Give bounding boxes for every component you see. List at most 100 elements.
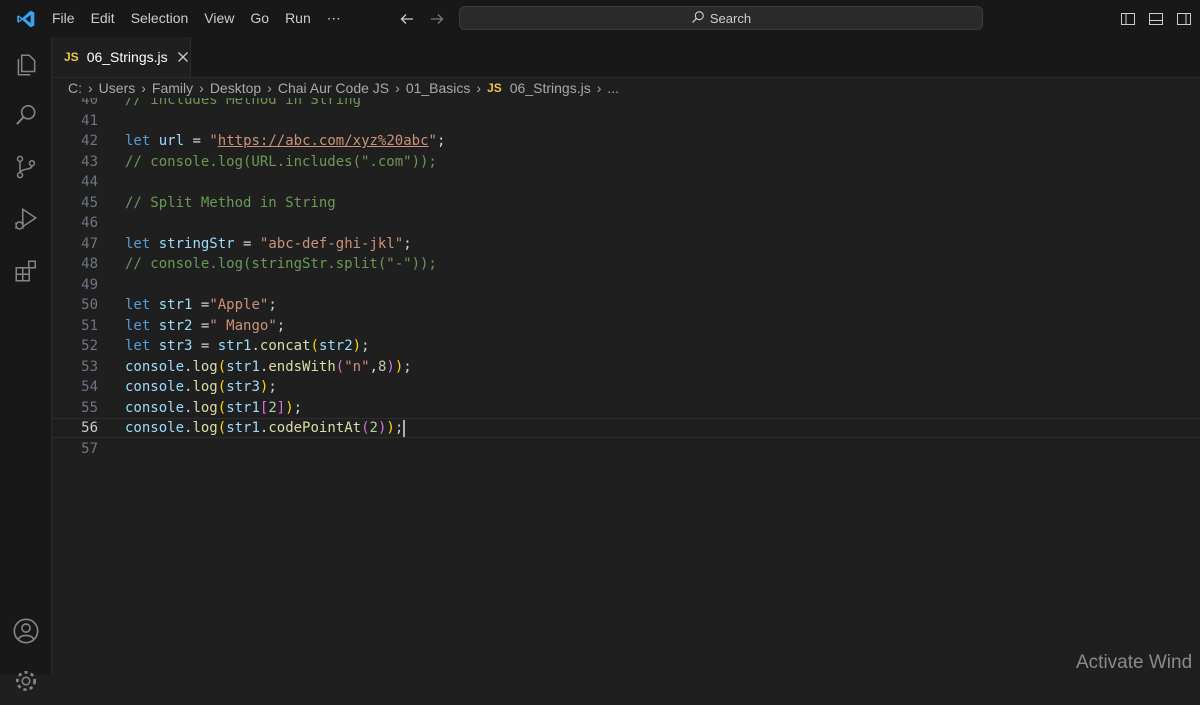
breadcrumb-item[interactable]: Users	[99, 80, 136, 96]
breadcrumb-item[interactable]: Desktop	[210, 80, 261, 96]
activate-windows-watermark: Activate Wind	[1076, 652, 1193, 673]
menu-more[interactable]: ⋯	[319, 0, 349, 37]
menu-file[interactable]: File	[52, 0, 83, 37]
code-line[interactable]: 46	[52, 213, 1200, 233]
line-code: console.log(str1[2]);	[125, 400, 303, 416]
line-number: 53	[81, 359, 98, 375]
code-line[interactable]: 44	[52, 172, 1200, 192]
line-code: let str2 =" Mango";	[125, 318, 286, 334]
code-line[interactable]: 53 console.log(str1.endsWith("n",8));	[52, 357, 1200, 377]
manage-gear-icon[interactable]	[0, 657, 51, 705]
editor-tab-bar: JS 06_Strings.js	[52, 37, 1200, 78]
text-cursor	[403, 419, 406, 437]
line-number: 42	[81, 133, 98, 149]
code-line[interactable]: 40 // includes Method in String	[52, 98, 1200, 110]
breadcrumb-file[interactable]: 06_Strings.js	[510, 80, 591, 96]
code-line[interactable]: 41	[52, 111, 1200, 131]
chevron-right-icon: ›	[267, 80, 272, 96]
breadcrumb: C: › Users › Family › Desktop › Chai Aur…	[52, 78, 1200, 98]
js-file-icon: JS	[487, 81, 502, 95]
code-line[interactable]: 52 let str3 = str1.concat(str2);	[52, 336, 1200, 356]
menu-edit[interactable]: Edit	[83, 0, 123, 37]
line-number: 40	[81, 98, 98, 108]
code-line[interactable]: 43 // console.log(URL.includes(".com"));	[52, 152, 1200, 172]
line-number: 52	[81, 338, 98, 354]
menu-run[interactable]: Run	[277, 0, 319, 37]
chevron-right-icon: ›	[476, 80, 482, 96]
search-icon[interactable]	[0, 91, 51, 139]
menu-go[interactable]: Go	[242, 0, 277, 37]
line-code: console.log(str1.endsWith("n",8));	[125, 359, 412, 375]
tab-06-strings-js[interactable]: JS 06_Strings.js	[52, 37, 191, 77]
tab-label: 06_Strings.js	[86, 49, 168, 65]
js-file-icon: JS	[64, 50, 79, 64]
close-icon[interactable]	[176, 49, 190, 65]
search-icon	[691, 10, 705, 27]
code-line[interactable]: 47 let stringStr = "abc-def-ghi-jkl";	[52, 234, 1200, 254]
line-number: 54	[81, 379, 98, 395]
chevron-right-icon: ›	[88, 80, 93, 96]
menu-view[interactable]: View	[196, 0, 242, 37]
menu-selection[interactable]: Selection	[123, 0, 197, 37]
code-line[interactable]: 48 // console.log(stringStr.split("-"));	[52, 254, 1200, 274]
activity-bar	[0, 37, 52, 692]
line-code: console.log(str3);	[125, 379, 277, 395]
extensions-icon[interactable]	[0, 247, 51, 295]
chevron-right-icon: ›	[596, 80, 602, 96]
toggle-primary-sidebar-icon[interactable]	[1118, 9, 1138, 29]
breadcrumb-symbols[interactable]: ...	[607, 80, 619, 96]
line-number: 45	[81, 195, 98, 211]
line-number: 51	[81, 318, 98, 334]
breadcrumb-item[interactable]: Chai Aur Code JS	[278, 80, 389, 96]
line-number: 46	[81, 215, 98, 231]
title-bar: File Edit Selection View Go Run ⋯ Search	[0, 0, 1200, 37]
code-line[interactable]: 51 let str2 =" Mango";	[52, 316, 1200, 336]
line-number: 50	[81, 297, 98, 313]
line-code: // includes Method in String	[125, 98, 362, 108]
code-line[interactable]: 42 let url = "https://abc.com/xyz%20abc";	[52, 131, 1200, 151]
source-control-icon[interactable]	[0, 143, 51, 191]
menu-bar: File Edit Selection View Go Run ⋯	[52, 0, 349, 37]
code-line[interactable]: 54 console.log(str3);	[52, 377, 1200, 397]
breadcrumb-item[interactable]: C:	[68, 80, 82, 96]
toggle-secondary-sidebar-icon[interactable]	[1174, 9, 1194, 29]
code-line[interactable]: 45 // Split Method in String	[52, 193, 1200, 213]
line-number: 41	[81, 113, 98, 129]
line-number: 57	[81, 441, 98, 457]
chevron-right-icon: ›	[395, 80, 400, 96]
line-number: 48	[81, 256, 98, 272]
line-number: 44	[81, 174, 98, 190]
line-code: console.log(str1.codePointAt(2));	[125, 419, 406, 437]
explorer-icon[interactable]	[0, 41, 51, 89]
run-and-debug-icon[interactable]	[0, 195, 51, 243]
accounts-icon[interactable]	[0, 607, 51, 655]
breadcrumb-item[interactable]: Family	[152, 80, 193, 96]
code-line[interactable]: 55 console.log(str1[2]);	[52, 398, 1200, 418]
code-line[interactable]: 57	[52, 439, 1200, 459]
chevron-right-icon: ›	[141, 80, 146, 96]
toggle-panel-icon[interactable]	[1146, 9, 1166, 29]
line-number: 55	[81, 400, 98, 416]
line-code: // console.log(URL.includes(".com"));	[125, 154, 437, 170]
line-code: let str1 ="Apple";	[125, 297, 277, 313]
forward-arrow-icon[interactable]	[427, 9, 447, 29]
code-line[interactable]: 56 console.log(str1.codePointAt(2));	[52, 418, 1200, 438]
line-number: 43	[81, 154, 98, 170]
code-line[interactable]: 50 let str1 ="Apple";	[52, 295, 1200, 315]
line-number: 47	[81, 236, 98, 252]
line-code: let str3 = str1.concat(str2);	[125, 338, 370, 354]
code-line[interactable]: 49	[52, 275, 1200, 295]
vscode-logo-icon	[0, 0, 52, 37]
line-code: let stringStr = "abc-def-ghi-jkl";	[125, 236, 412, 252]
line-number: 49	[81, 277, 98, 293]
command-center-search[interactable]: Search	[459, 6, 983, 30]
breadcrumb-item[interactable]: 01_Basics	[406, 80, 471, 96]
line-code: // console.log(stringStr.split("-"));	[125, 256, 437, 272]
chevron-right-icon: ›	[199, 80, 204, 96]
line-code: // Split Method in String	[125, 195, 336, 211]
code-editor[interactable]: 40 // includes Method in String 41 42 let ur…	[52, 98, 1200, 675]
back-arrow-icon[interactable]	[397, 9, 417, 29]
line-code: let url = "https://abc.com/xyz%20abc";	[125, 133, 446, 149]
line-number: 56	[81, 420, 98, 436]
search-label: Search	[709, 10, 752, 26]
